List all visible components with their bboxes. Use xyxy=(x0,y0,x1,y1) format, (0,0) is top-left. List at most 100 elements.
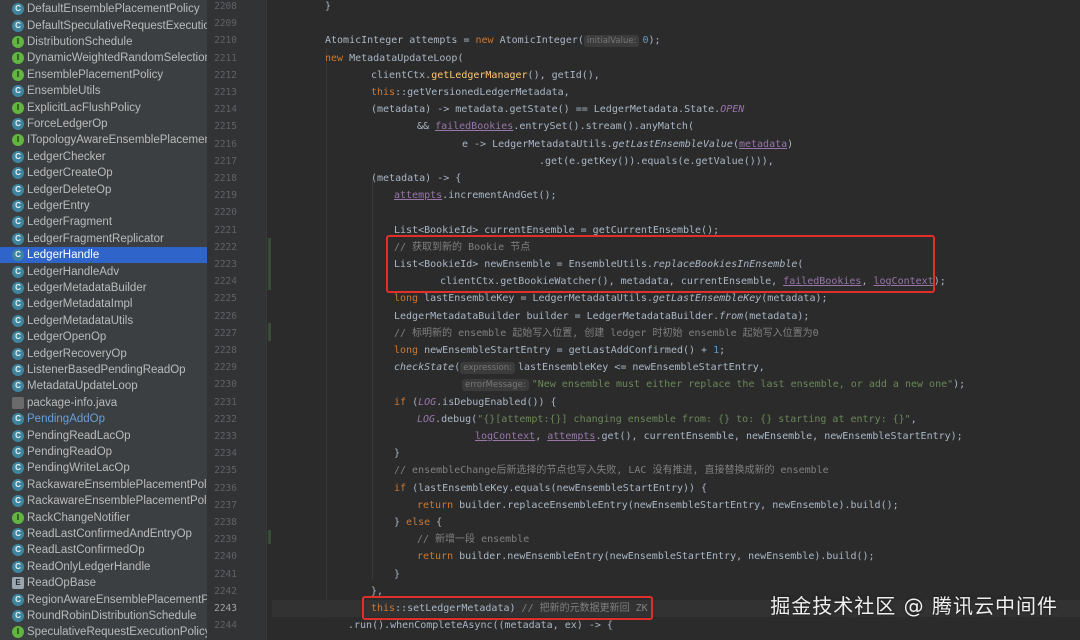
line-number: 2212 xyxy=(214,69,237,81)
indent-guide xyxy=(326,48,327,618)
tree-item[interactable]: C LedgerMetadataBuilder xyxy=(0,280,207,296)
tree-item[interactable]: C PendingAddOp xyxy=(0,411,207,427)
tree-item[interactable]: C EnsembleUtils xyxy=(0,83,207,99)
tree-item-label: LedgerRecoveryOp xyxy=(27,347,127,360)
line-number: 2227 xyxy=(214,327,237,339)
tree-item-label: LedgerCreateOp xyxy=(27,167,113,180)
tree-item[interactable]: C LedgerOpenOp xyxy=(0,329,207,345)
class-icon: C xyxy=(12,609,24,622)
tree-item-label: LedgerHandle xyxy=(27,249,100,262)
tree-item[interactable]: C RackawareEnsemblePlacementPolicy xyxy=(0,493,207,509)
tree-item-label: RackawareEnsemblePlacementPolicy xyxy=(27,495,207,508)
tree-item[interactable]: C PendingReadLacOp xyxy=(0,427,207,443)
tree-item[interactable]: E ReadOpBase xyxy=(0,575,207,591)
tree-item[interactable]: C LedgerFragment xyxy=(0,214,207,230)
tree-item[interactable]: I DistributionSchedule xyxy=(0,34,207,50)
class-icon: C xyxy=(12,380,24,393)
code-line-2234: } xyxy=(394,448,401,460)
tree-item-label: LedgerChecker xyxy=(27,150,106,163)
tree-item[interactable]: C RegionAwareEnsemblePlacementPol xyxy=(0,591,207,607)
line-number: 2220 xyxy=(214,207,237,219)
tree-item-label: PendingReadOp xyxy=(27,445,113,458)
class-icon: C xyxy=(12,527,24,540)
tree-item[interactable]: I ExplicitLacFlushPolicy xyxy=(0,99,207,115)
line-number: 2208 xyxy=(214,1,237,12)
vcs-change-marker xyxy=(268,530,271,544)
tree-item-label: ReadOnlyLedgerHandle xyxy=(27,560,151,573)
tree-item[interactable]: I DynamicWeightedRandomSelection xyxy=(0,50,207,66)
tree-item-label: PendingAddOp xyxy=(27,413,106,426)
tree-item-label: DefaultEnsemblePlacementPolicy xyxy=(27,3,200,16)
tree-item-label: RoundRobinDistributionSchedule xyxy=(27,609,197,622)
class-icon: C xyxy=(12,445,24,458)
tree-item[interactable]: C ForceLedgerOp xyxy=(0,116,207,132)
code-line-2216: e -> LedgerMetadataUtils.getLastEnsemble… xyxy=(462,138,794,150)
tree-item[interactable]: C LedgerDeleteOp xyxy=(0,181,207,197)
tree-item[interactable]: C LedgerHandleAdv xyxy=(0,263,207,279)
code-line-2240: return builder.newEnsembleEntry(newEnsem… xyxy=(417,551,875,563)
tree-item[interactable]: C ReadOnlyLedgerHandle xyxy=(0,559,207,575)
line-number: 2240 xyxy=(214,551,237,563)
highlight-box-new-ensemble xyxy=(386,235,935,293)
class-icon: C xyxy=(12,265,24,278)
class-icon: C xyxy=(12,462,24,475)
tree-item[interactable]: I RackChangeNotifier xyxy=(0,509,207,525)
line-number: 2221 xyxy=(214,224,237,236)
tree-item[interactable]: C ListenerBasedPendingReadOp xyxy=(0,362,207,378)
class-icon: C xyxy=(12,495,24,508)
tree-item[interactable]: C LedgerMetadataImpl xyxy=(0,296,207,312)
tree-item[interactable]: I SpeculativeRequestExecutionPolicy xyxy=(0,624,207,640)
tree-item[interactable]: C RoundRobinDistributionSchedule xyxy=(0,608,207,624)
tree-item-label: DefaultSpeculativeRequestExecution xyxy=(27,19,207,32)
line-number: 2215 xyxy=(214,121,237,133)
tree-item[interactable]: I EnsemblePlacementPolicy xyxy=(0,67,207,83)
code-line-2233: logContext, attempts.get(), currentEnsem… xyxy=(475,431,963,442)
class-icon: C xyxy=(12,117,24,130)
tree-item[interactable]: C LedgerEntry xyxy=(0,198,207,214)
tree-item[interactable]: C ReadLastConfirmedOp xyxy=(0,542,207,558)
code-line-2230: errorMessage: "New ensemble must either r… xyxy=(462,376,965,393)
line-number: 2230 xyxy=(214,379,237,391)
tree-item[interactable]: C ReadLastConfirmedAndEntryOp xyxy=(0,526,207,542)
tree-item-label: LedgerMetadataImpl xyxy=(27,298,133,311)
tree-item[interactable]: C MetadataUpdateLoop xyxy=(0,378,207,394)
tree-item[interactable]: C LedgerRecoveryOp xyxy=(0,345,207,361)
interface-icon: I xyxy=(12,101,24,114)
tree-item[interactable]: C DefaultSpeculativeRequestExecution xyxy=(0,17,207,33)
class-icon: C xyxy=(12,183,24,196)
tree-item[interactable]: C RackawareEnsemblePlacementPolicy xyxy=(0,477,207,493)
tree-item[interactable]: I ITopologyAwareEnsemblePlacement xyxy=(0,132,207,148)
tree-item[interactable]: C PendingWriteLacOp xyxy=(0,460,207,476)
line-number: 2218 xyxy=(214,173,237,184)
line-number: 2241 xyxy=(214,568,237,580)
class-icon: C xyxy=(12,347,24,360)
class-icon: C xyxy=(12,167,24,180)
code-line-2217: .get(e.getKey()).equals(e.getValue())), xyxy=(539,155,774,167)
project-tree[interactable]: C DefaultEnsemblePlacementPolicy C DefaultS… xyxy=(0,0,207,640)
tree-item-label: PendingReadLacOp xyxy=(27,429,131,442)
tree-item[interactable]: package-info.java xyxy=(0,395,207,411)
tree-item[interactable]: C PendingReadOp xyxy=(0,444,207,460)
tree-item[interactable]: C DefaultEnsemblePlacementPolicy xyxy=(0,1,207,17)
code-line-2236: if (lastEnsembleKey.equals(newEnsembleSt… xyxy=(394,482,708,494)
tree-item[interactable]: C LedgerMetadataUtils xyxy=(0,313,207,329)
code-line-2229: checkState(expression: lastEnsembleKey <=… xyxy=(394,362,765,375)
line-number: 2238 xyxy=(214,517,237,528)
tree-item-label: SpeculativeRequestExecutionPolicy xyxy=(27,626,207,639)
indent-guide xyxy=(372,180,373,580)
class-icon: C xyxy=(12,413,24,426)
line-number: 2216 xyxy=(214,138,237,150)
tree-item-label: LedgerMetadataUtils xyxy=(27,314,134,327)
tree-item[interactable]: C LedgerHandle xyxy=(0,247,207,264)
tree-item[interactable]: C LedgerChecker xyxy=(0,149,207,165)
class-icon: C xyxy=(12,593,24,606)
class-icon: C xyxy=(12,216,24,229)
interface-icon: I xyxy=(12,134,24,147)
code-line-2219: attempts.incrementAndGet(); xyxy=(394,190,557,202)
tree-item-label: ExplicitLacFlushPolicy xyxy=(27,101,141,114)
code-line-2218: (metadata) -> { xyxy=(371,173,462,184)
tree-item[interactable]: C LedgerFragmentReplicator xyxy=(0,231,207,247)
tree-item-label: MetadataUpdateLoop xyxy=(27,380,138,393)
tree-item[interactable]: C LedgerCreateOp xyxy=(0,165,207,181)
code-line-2239: // 新增一段 ensemble xyxy=(417,534,530,546)
